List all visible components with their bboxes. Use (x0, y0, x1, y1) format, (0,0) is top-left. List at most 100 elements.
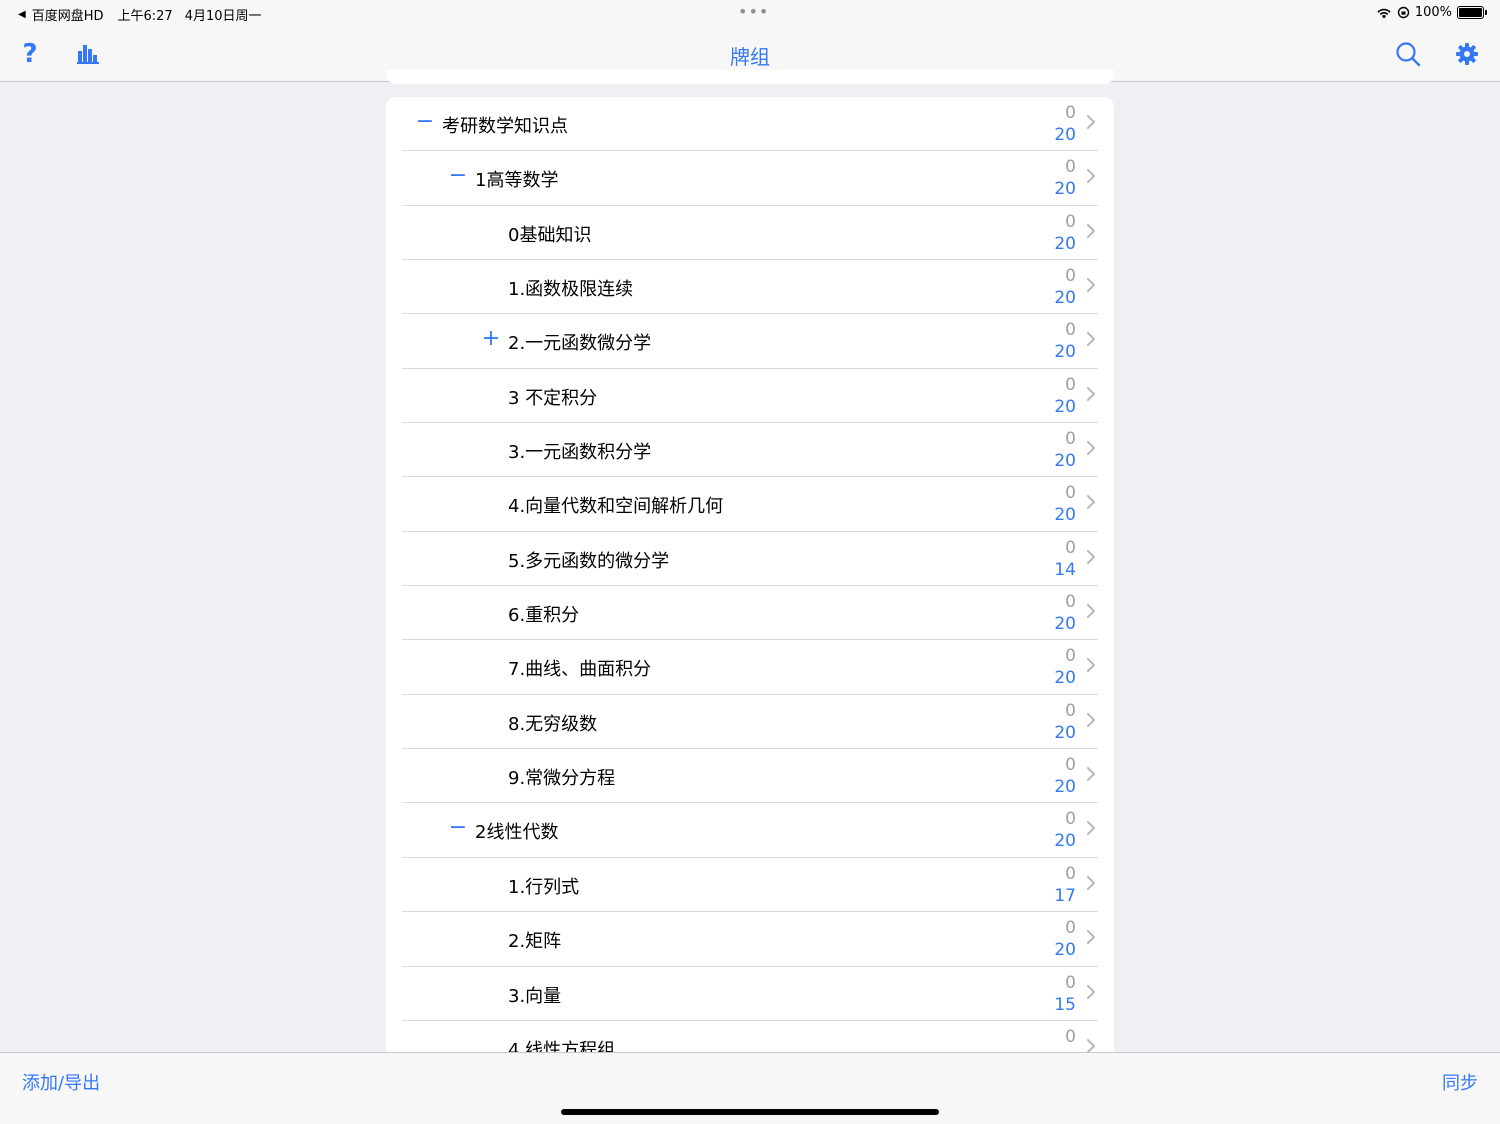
chevron-right-icon[interactable] (1084, 114, 1098, 130)
collapse-icon[interactable]: − (447, 817, 469, 839)
new-count: 0 (1065, 266, 1076, 287)
status-date: 4月10日周一 (184, 9, 262, 24)
due-count: 20 (1054, 396, 1076, 417)
deck-row[interactable]: −2线性代数 0 20 (386, 803, 1114, 858)
deck-row[interactable]: 0基础知识 0 20 (386, 206, 1114, 261)
chevron-right-icon[interactable] (1084, 549, 1098, 565)
multitasking-dots-icon[interactable]: ••• (738, 2, 769, 21)
due-count: 20 (1054, 342, 1076, 363)
due-count: 14 (1054, 559, 1076, 580)
collapse-icon[interactable]: − (447, 165, 469, 187)
due-count: 20 (1054, 288, 1076, 309)
new-count: 0 (1065, 592, 1076, 613)
deck-row[interactable]: 6.重积分 0 20 (386, 586, 1114, 641)
chevron-right-icon[interactable] (1084, 929, 1098, 945)
new-count: 0 (1065, 429, 1076, 450)
new-count: 0 (1065, 374, 1076, 395)
deck-name: 2.矩阵 (508, 931, 562, 953)
expand-icon[interactable]: + (480, 328, 502, 350)
chevron-right-icon[interactable] (1084, 440, 1098, 456)
back-triangle-icon[interactable]: ◀ (18, 9, 26, 20)
chevron-right-icon[interactable] (1084, 494, 1098, 510)
chevron-right-icon[interactable] (1084, 820, 1098, 836)
new-count: 0 (1065, 863, 1076, 884)
chevron-right-icon[interactable] (1084, 984, 1098, 1000)
deck-row[interactable]: 3 不定积分 0 20 (386, 369, 1114, 424)
wifi-icon (1377, 8, 1391, 18)
deck-row[interactable]: 9.常微分方程 0 20 (386, 749, 1114, 804)
chevron-right-icon[interactable] (1084, 223, 1098, 239)
deck-name: 5.多元函数的微分学 (508, 550, 670, 572)
deck-name: 2线性代数 (475, 822, 559, 844)
deck-row[interactable]: 3.一元函数积分学 0 20 (386, 423, 1114, 478)
new-count: 0 (1065, 320, 1076, 341)
new-count: 0 (1065, 157, 1076, 178)
chevron-right-icon[interactable] (1084, 766, 1098, 782)
new-count: 0 (1065, 483, 1076, 504)
due-count: 20 (1054, 831, 1076, 852)
due-count: 15 (1054, 994, 1076, 1015)
due-count: 20 (1054, 233, 1076, 254)
deck-name: 1高等数学 (475, 170, 559, 192)
status-time: 上午6:27 (117, 9, 173, 24)
chevron-right-icon[interactable] (1084, 603, 1098, 619)
deck-row[interactable]: −1高等数学 0 20 (386, 151, 1114, 206)
new-count: 0 (1065, 103, 1076, 123)
deck-name: 3.向量 (508, 985, 562, 1007)
back-app-label[interactable]: 百度网盘HD (32, 5, 104, 24)
deck-row[interactable]: 1.函数极限连续 0 20 (386, 260, 1114, 315)
search-button[interactable] (1392, 38, 1424, 70)
new-count: 0 (1065, 1026, 1076, 1047)
home-indicator[interactable] (561, 1109, 939, 1115)
new-count: 0 (1065, 755, 1076, 776)
add-export-button[interactable]: 添加/导出 (22, 1069, 100, 1095)
status-bar: ◀ 百度网盘HD 上午6:27 4月10日周一 ••• 100% (0, 0, 1500, 26)
due-count: 20 (1054, 668, 1076, 689)
chevron-right-icon[interactable] (1084, 277, 1098, 293)
deck-name: 8.无穷级数 (508, 713, 598, 735)
due-count: 20 (1054, 179, 1076, 200)
deck-row[interactable]: 5.多元函数的微分学 0 14 (386, 532, 1114, 587)
deck-row[interactable]: 2.矩阵 0 20 (386, 912, 1114, 967)
bottom-toolbar: 添加/导出 同步 (0, 1052, 1500, 1124)
deck-row[interactable]: 1.行列式 0 17 (386, 858, 1114, 913)
deck-name: 3 不定积分 (508, 387, 598, 409)
deck-row[interactable]: +2.一元函数微分学 0 20 (386, 314, 1114, 369)
gear-icon (1456, 43, 1478, 65)
deck-row[interactable]: 4.向量代数和空间解析几何 0 20 (386, 477, 1114, 532)
due-count: 17 (1054, 885, 1076, 906)
new-count: 0 (1065, 918, 1076, 939)
deck-row[interactable]: 3.向量 0 15 (386, 967, 1114, 1021)
battery-icon (1457, 6, 1487, 19)
deck-name: 9.常微分方程 (508, 768, 616, 790)
deck-row[interactable]: − 考研数学知识点 0 20 (386, 97, 1114, 152)
chevron-right-icon[interactable] (1084, 657, 1098, 673)
due-count: 20 (1054, 940, 1076, 961)
sync-button[interactable]: 同步 (1442, 1069, 1478, 1095)
deck-row[interactable]: 8.无穷级数 0 20 (386, 695, 1114, 750)
deck-name: 1.函数极限连续 (508, 279, 634, 301)
new-count: 0 (1065, 972, 1076, 993)
search-icon (1396, 42, 1421, 67)
deck-name: 7.曲线、曲面积分 (508, 659, 652, 681)
due-count: 20 (1054, 614, 1076, 635)
deck-row[interactable]: 7.曲线、曲面积分 0 20 (386, 640, 1114, 695)
chevron-right-icon[interactable] (1084, 168, 1098, 184)
new-count: 0 (1065, 211, 1076, 232)
new-count: 0 (1065, 809, 1076, 830)
deck-name: 2.一元函数微分学 (508, 333, 652, 355)
new-count: 0 (1065, 646, 1076, 667)
chevron-right-icon[interactable] (1084, 712, 1098, 728)
due-count: 20 (1054, 505, 1076, 526)
due-count: 20 (1054, 125, 1076, 145)
chevron-right-icon[interactable] (1084, 875, 1098, 891)
due-count: 20 (1054, 451, 1076, 472)
deck-name: 1.行列式 (508, 876, 580, 898)
deck-list: − 考研数学知识点 0 20−1高等数学 0 20 0基础知识 0 20 1.函数极限连续 0 20 +… (386, 97, 1114, 1057)
settings-button[interactable] (1451, 38, 1483, 70)
deck-name: 考研数学知识点 (442, 116, 568, 137)
chevron-right-icon[interactable] (1084, 331, 1098, 347)
collapse-icon[interactable]: − (414, 111, 436, 133)
deck-name: 3.一元函数积分学 (508, 442, 652, 464)
chevron-right-icon[interactable] (1084, 386, 1098, 402)
